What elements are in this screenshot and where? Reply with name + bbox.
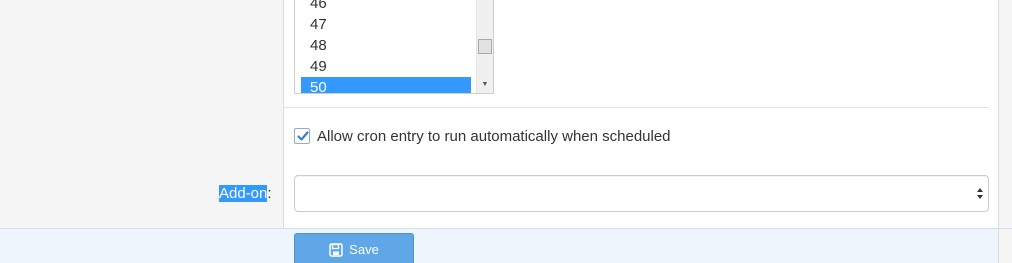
- listbox-option[interactable]: 49: [301, 56, 471, 77]
- listbox-scrollbar[interactable]: ▼: [476, 0, 493, 93]
- footer-right-edge: [998, 228, 1012, 263]
- select-arrows-icon: [975, 187, 985, 201]
- cron-checkbox[interactable]: [294, 128, 310, 144]
- save-button-label: Save: [349, 242, 379, 257]
- cron-checkbox-label: Allow cron entry to run automatically wh…: [317, 127, 671, 145]
- checkmark-icon: [297, 131, 309, 141]
- scroll-down-arrow-icon[interactable]: ▼: [477, 79, 493, 91]
- listbox-option-selected[interactable]: 50: [301, 77, 471, 93]
- form-footer: [0, 228, 1012, 263]
- addon-label-text: Add-on: [219, 185, 268, 202]
- listbox-option[interactable]: 47: [301, 14, 471, 35]
- addon-label-colon: :: [267, 185, 272, 202]
- section-divider: [284, 107, 989, 108]
- scrollbar-thumb[interactable]: [478, 39, 492, 54]
- number-listbox[interactable]: 46 47 48 49 50 ▼: [294, 0, 494, 94]
- listbox-option[interactable]: 46: [301, 0, 471, 14]
- addon-label: Add-on:: [219, 183, 272, 204]
- right-edge-panel: [998, 0, 1012, 228]
- cron-checkbox-row[interactable]: Allow cron entry to run automatically wh…: [294, 126, 671, 146]
- listbox-options: 46 47 48 49 50: [295, 0, 477, 93]
- listbox-option[interactable]: 48: [301, 35, 471, 56]
- floppy-disk-icon: [329, 243, 343, 257]
- addon-select[interactable]: [294, 175, 989, 212]
- save-button[interactable]: Save: [294, 233, 414, 263]
